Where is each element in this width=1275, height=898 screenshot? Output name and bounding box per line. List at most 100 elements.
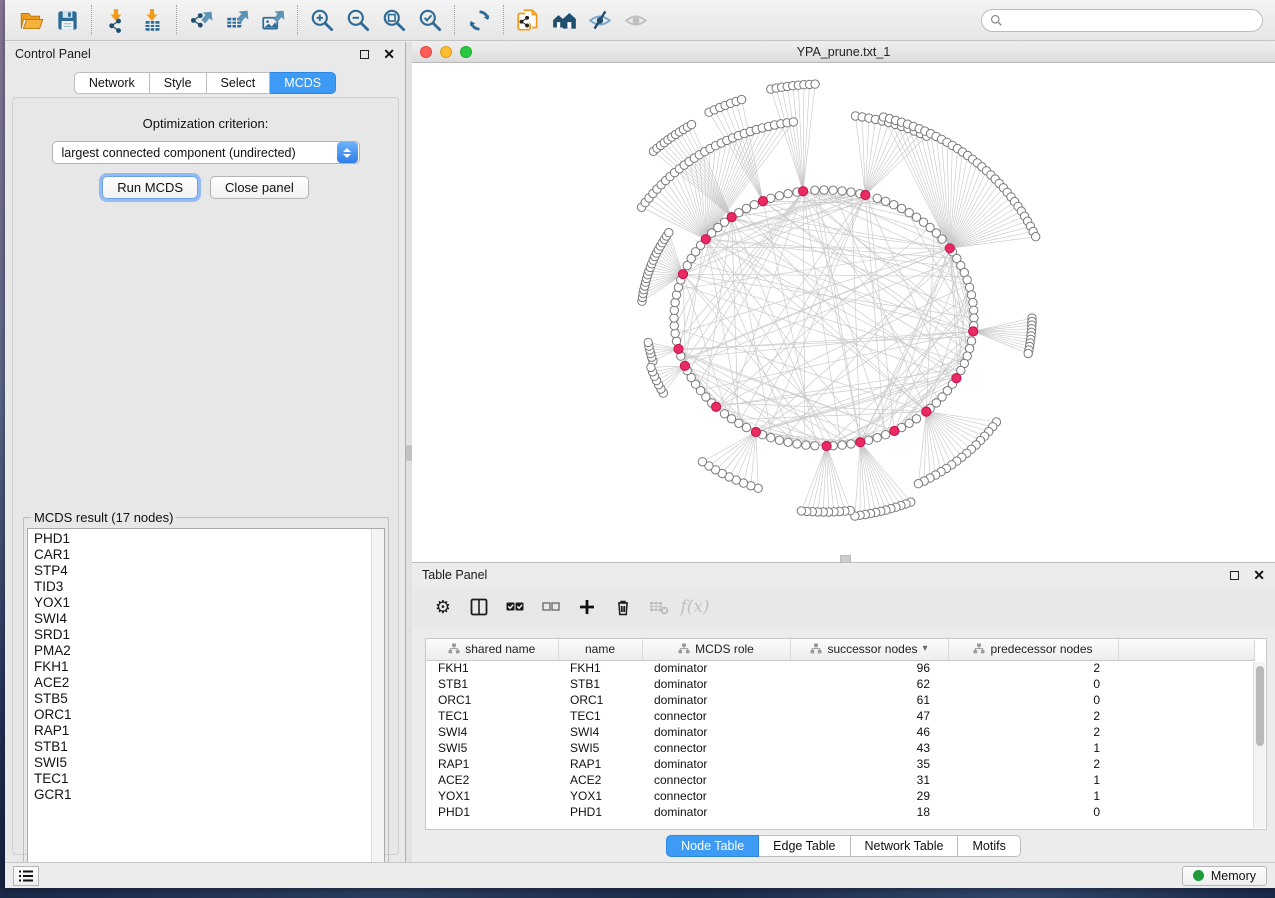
- ring-node[interactable]: [775, 192, 783, 200]
- mcds-result-item[interactable]: SWI5: [34, 755, 384, 771]
- table-scrollbar[interactable]: [1253, 662, 1265, 828]
- table-cell[interactable]: RAP1: [558, 756, 642, 772]
- tab-network[interactable]: Network: [74, 72, 150, 94]
- mcds-result-item[interactable]: GCR1: [34, 787, 384, 803]
- table-cell[interactable]: TEC1: [426, 708, 558, 724]
- export-image-icon[interactable]: [255, 4, 291, 36]
- mcds-dominator-node[interactable]: [701, 235, 710, 244]
- table-cell[interactable]: 61: [790, 692, 948, 708]
- table-cell[interactable]: 1: [948, 772, 1118, 788]
- table-cell[interactable]: dominator: [642, 692, 790, 708]
- ring-node[interactable]: [970, 306, 978, 314]
- ring-node[interactable]: [881, 197, 889, 205]
- table-row[interactable]: YOX1YOX1connector291: [426, 788, 1254, 804]
- zoom-in-icon[interactable]: [304, 4, 340, 36]
- table-cell[interactable]: 47: [790, 708, 948, 724]
- table-cell[interactable]: ORC1: [558, 692, 642, 708]
- leaf-node[interactable]: [789, 118, 797, 126]
- task-history-button[interactable]: [13, 866, 39, 886]
- table-cell[interactable]: 0: [948, 676, 1118, 692]
- ring-node[interactable]: [967, 291, 975, 299]
- ring-node[interactable]: [890, 201, 898, 209]
- ring-node[interactable]: [864, 436, 872, 444]
- ring-node[interactable]: [742, 423, 750, 431]
- mcds-dominator-node[interactable]: [922, 407, 931, 416]
- column-header-successor-nodes[interactable]: successor nodes▾: [790, 639, 948, 660]
- zoom-fit-icon[interactable]: [376, 4, 412, 36]
- tab-network-table[interactable]: Network Table: [851, 835, 959, 857]
- ring-node[interactable]: [811, 186, 819, 194]
- ring-node[interactable]: [847, 188, 855, 196]
- memory-button[interactable]: Memory: [1182, 866, 1267, 886]
- tab-motifs[interactable]: Motifs: [958, 835, 1020, 857]
- column-header-shared-name[interactable]: shared name: [426, 639, 558, 660]
- close-panel-icon[interactable]: ✕: [383, 49, 395, 59]
- mcds-result-item[interactable]: PHD1: [34, 531, 384, 547]
- mcds-result-item[interactable]: RAP1: [34, 723, 384, 739]
- table-row[interactable]: SWI5SWI5connector431: [426, 740, 1254, 756]
- mcds-dominator-node[interactable]: [890, 426, 899, 435]
- column-header-predecessor-nodes[interactable]: predecessor nodes: [948, 639, 1118, 660]
- mcds-result-item[interactable]: STB5: [34, 691, 384, 707]
- leaf-node[interactable]: [737, 95, 745, 103]
- mcds-result-item[interactable]: STP4: [34, 563, 384, 579]
- zoom-selected-icon[interactable]: [412, 4, 448, 36]
- leaf-node[interactable]: [914, 480, 922, 488]
- mcds-result-item[interactable]: SRD1: [34, 627, 384, 643]
- search-field[interactable]: [981, 9, 1263, 32]
- mcds-dominator-node[interactable]: [861, 190, 870, 199]
- table-cell[interactable]: 96: [790, 660, 948, 676]
- table-cell[interactable]: 2: [948, 708, 1118, 724]
- table-cell[interactable]: SWI4: [558, 724, 642, 740]
- mcds-result-item[interactable]: CAR1: [34, 547, 384, 563]
- ring-node[interactable]: [873, 434, 881, 442]
- open-folder-icon[interactable]: [13, 4, 49, 36]
- mcds-dominator-node[interactable]: [799, 187, 808, 196]
- table-row[interactable]: FKH1FKH1dominator962: [426, 660, 1254, 676]
- mcds-result-item[interactable]: SWI4: [34, 611, 384, 627]
- mcds-dominator-node[interactable]: [952, 374, 961, 383]
- network-canvas[interactable]: [412, 63, 1273, 562]
- leaf-node[interactable]: [665, 229, 673, 237]
- gear-icon[interactable]: ⚙: [428, 593, 458, 621]
- run-mcds-button[interactable]: Run MCDS: [102, 176, 198, 199]
- ring-node[interactable]: [811, 442, 819, 450]
- column-header-name[interactable]: name: [558, 639, 642, 660]
- mcds-result-item[interactable]: TEC1: [34, 771, 384, 787]
- table-cell[interactable]: RAP1: [426, 756, 558, 772]
- table-cell[interactable]: ACE2: [558, 772, 642, 788]
- ring-node[interactable]: [881, 431, 889, 439]
- import-network-icon[interactable]: [98, 4, 134, 36]
- table-cell[interactable]: connector: [642, 788, 790, 804]
- tab-mcds[interactable]: MCDS: [270, 72, 336, 94]
- mcds-result-item[interactable]: TID3: [34, 579, 384, 595]
- mcds-result-list[interactable]: PHD1CAR1STP4TID3YOX1SWI4SRD1PMA2FKH1ACE2…: [27, 528, 385, 878]
- mcds-dominator-node[interactable]: [945, 244, 954, 253]
- ring-node[interactable]: [802, 441, 810, 449]
- close-table-panel-icon[interactable]: ✕: [1253, 570, 1265, 580]
- ring-node[interactable]: [905, 419, 913, 427]
- mcds-result-item[interactable]: YOX1: [34, 595, 384, 611]
- export-network-icon[interactable]: [183, 4, 219, 36]
- export-table-icon[interactable]: [219, 4, 255, 36]
- ring-node[interactable]: [873, 194, 881, 202]
- select-all-icon[interactable]: [500, 593, 530, 621]
- close-panel-button[interactable]: Close panel: [210, 176, 309, 199]
- ring-node[interactable]: [670, 306, 678, 314]
- tab-select[interactable]: Select: [207, 72, 271, 94]
- mcds-list-scrollbar[interactable]: [371, 529, 384, 877]
- ring-node[interactable]: [829, 186, 837, 194]
- table-row[interactable]: RAP1RAP1dominator352: [426, 756, 1254, 772]
- deselect-all-icon[interactable]: [536, 593, 566, 621]
- table-row[interactable]: STB1STB1dominator620: [426, 676, 1254, 692]
- table-cell[interactable]: 18: [790, 804, 948, 820]
- mcds-dominator-node[interactable]: [751, 427, 760, 436]
- mcds-result-item[interactable]: FKH1: [34, 659, 384, 675]
- table-cell[interactable]: 2: [948, 724, 1118, 740]
- mcds-dominator-node[interactable]: [758, 197, 767, 206]
- clone-network-icon[interactable]: [510, 4, 546, 36]
- save-icon[interactable]: [49, 4, 85, 36]
- ring-node[interactable]: [670, 314, 678, 322]
- leaf-node[interactable]: [687, 120, 695, 128]
- tab-style[interactable]: Style: [150, 72, 207, 94]
